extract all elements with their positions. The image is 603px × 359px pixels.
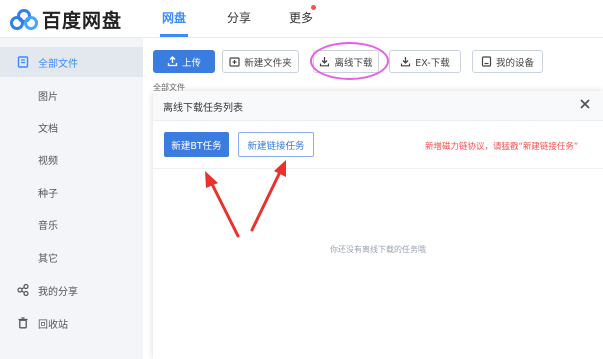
tab-netdisk[interactable]: 网盘	[162, 9, 186, 26]
sidebar-item-music[interactable]: 音乐	[0, 209, 143, 239]
download-icon	[401, 57, 411, 67]
magnet-notice: 新增磁力链协议，请猛戳“新建链接任务”	[425, 142, 579, 152]
sidebar-item-my-shares[interactable]: 我的分享	[0, 275, 143, 305]
upload-icon	[167, 56, 178, 67]
dialog-header: 离线下载任务列表	[153, 91, 603, 121]
sidebar-item-recycle-bin[interactable]: 回收站	[0, 308, 143, 338]
empty-state-text: 你还没有离线下载的任务哦	[330, 245, 426, 254]
new-folder-icon	[229, 57, 240, 67]
sidebar-item-label: 视频	[38, 155, 58, 167]
ex-download-label: EX-下载	[415, 57, 450, 69]
sidebar-item-label: 音乐	[38, 220, 58, 232]
sidebar-item-torrents[interactable]: 种子	[0, 177, 143, 207]
notification-dot	[311, 5, 316, 10]
active-tab-indicator	[160, 34, 188, 37]
my-devices-button[interactable]: 我的设备	[472, 50, 543, 73]
sidebar-item-label: 全部文件	[38, 58, 78, 70]
baidu-cloud-logo-icon	[10, 8, 38, 30]
my-devices-label: 我的设备	[495, 57, 534, 69]
sidebar-item-documents[interactable]: 文档	[0, 112, 143, 142]
sidebar-item-label: 图片	[38, 91, 58, 103]
ex-download-button[interactable]: EX-下载	[389, 50, 461, 73]
offline-download-dialog: 离线下载任务列表 新建BT任务 新建链接任务 新增磁力链协议，请猛戳“新建链接任…	[153, 91, 603, 359]
dialog-title: 离线下载任务列表	[163, 103, 243, 114]
logo[interactable]: 百度网盘	[10, 6, 122, 33]
new-folder-label: 新建文件夹	[244, 57, 292, 69]
new-bt-task-button[interactable]: 新建BT任务	[164, 132, 229, 157]
device-icon	[481, 56, 492, 67]
file-list-icon	[17, 56, 29, 68]
sidebar-item-images[interactable]: 图片	[0, 80, 143, 110]
annotation-circle	[310, 42, 389, 80]
top-header: 百度网盘 网盘 分享 更多	[0, 0, 603, 38]
divider	[153, 168, 603, 169]
new-folder-button[interactable]: 新建文件夹	[222, 50, 299, 73]
trash-icon	[18, 317, 28, 329]
sidebar-item-others[interactable]: 其它	[0, 242, 143, 272]
sidebar-item-label: 其它	[38, 253, 58, 265]
upload-button[interactable]: 上传	[153, 50, 215, 73]
tab-share[interactable]: 分享	[227, 9, 251, 26]
sidebar-item-label: 我的分享	[38, 286, 78, 298]
new-link-task-button[interactable]: 新建链接任务	[238, 132, 314, 157]
close-icon[interactable]	[579, 98, 591, 110]
logo-text: 百度网盘	[42, 10, 123, 32]
sidebar-item-label: 回收站	[38, 319, 68, 331]
tab-more[interactable]: 更多	[289, 9, 313, 26]
share-icon	[17, 284, 29, 296]
sidebar-item-videos[interactable]: 视频	[0, 144, 143, 174]
sidebar-item-label: 种子	[38, 188, 58, 200]
sidebar: 全部文件 图片 文档 视频 种子 音乐 其它 我的分享 回收站	[0, 38, 143, 359]
upload-label: 上传	[181, 57, 201, 69]
sidebar-item-all-files[interactable]: 全部文件	[0, 47, 143, 77]
sidebar-item-label: 文档	[38, 123, 58, 135]
